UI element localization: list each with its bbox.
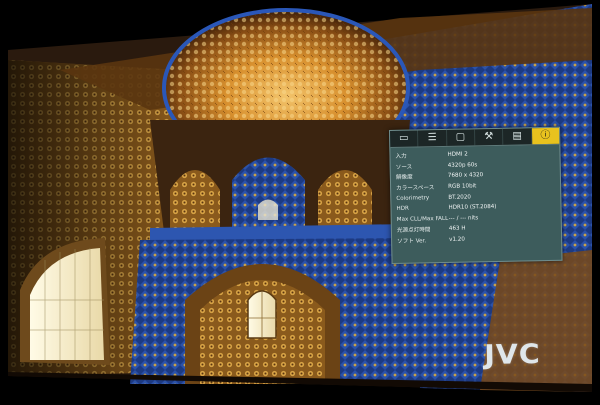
info-value: BT.2020	[448, 194, 471, 201]
info-value: v1.20	[449, 236, 465, 243]
info-label: 解像度	[395, 175, 413, 182]
info-label: HDR	[396, 205, 409, 213]
info-value: RGB 10bit	[448, 183, 477, 190]
info-value: HDMI 2	[447, 151, 468, 159]
picture-icon[interactable]: ▭	[390, 130, 419, 147]
info-value: HDR10 (ST.2084)	[448, 204, 497, 212]
jvc-logo: JVC	[484, 339, 542, 371]
info-value: 4320p 60s	[447, 162, 478, 169]
info-label: 入力	[395, 153, 407, 161]
info-list: 入力 HDMI 2 ソース 4320p 60s 解像度 7680 x 4320 カラースペー…	[390, 145, 561, 247]
info-label: Colorimetry	[396, 194, 430, 202]
hdmi-icon[interactable]: ▤	[503, 128, 532, 145]
info-value: 463 H	[448, 226, 466, 233]
info-label: Max CLL/Max FALL	[396, 215, 449, 223]
info-label: カラースペース	[396, 185, 435, 192]
info-menu-panel: ▭ ☰ ▢ ⚒ ▤ ⓘ 入力 HDMI 2 ソース 4320p 60s 解像度 7680 x 432…	[389, 126, 563, 264]
display-icon[interactable]: ▢	[446, 129, 476, 146]
info-value: --- / --- nits	[448, 215, 479, 222]
info-value: 7680 x 4320	[447, 172, 484, 180]
info-label: 光源点灯時間	[396, 227, 431, 235]
wrench-icon[interactable]: ⚒	[474, 128, 504, 146]
info-row: ソフト Ver. v1.20	[397, 233, 555, 247]
info-label: ソース	[395, 164, 413, 171]
info-label: ソフト Ver.	[397, 238, 427, 245]
sliders-icon[interactable]: ☰	[418, 129, 447, 147]
info-icon[interactable]: ⓘ	[531, 127, 560, 145]
